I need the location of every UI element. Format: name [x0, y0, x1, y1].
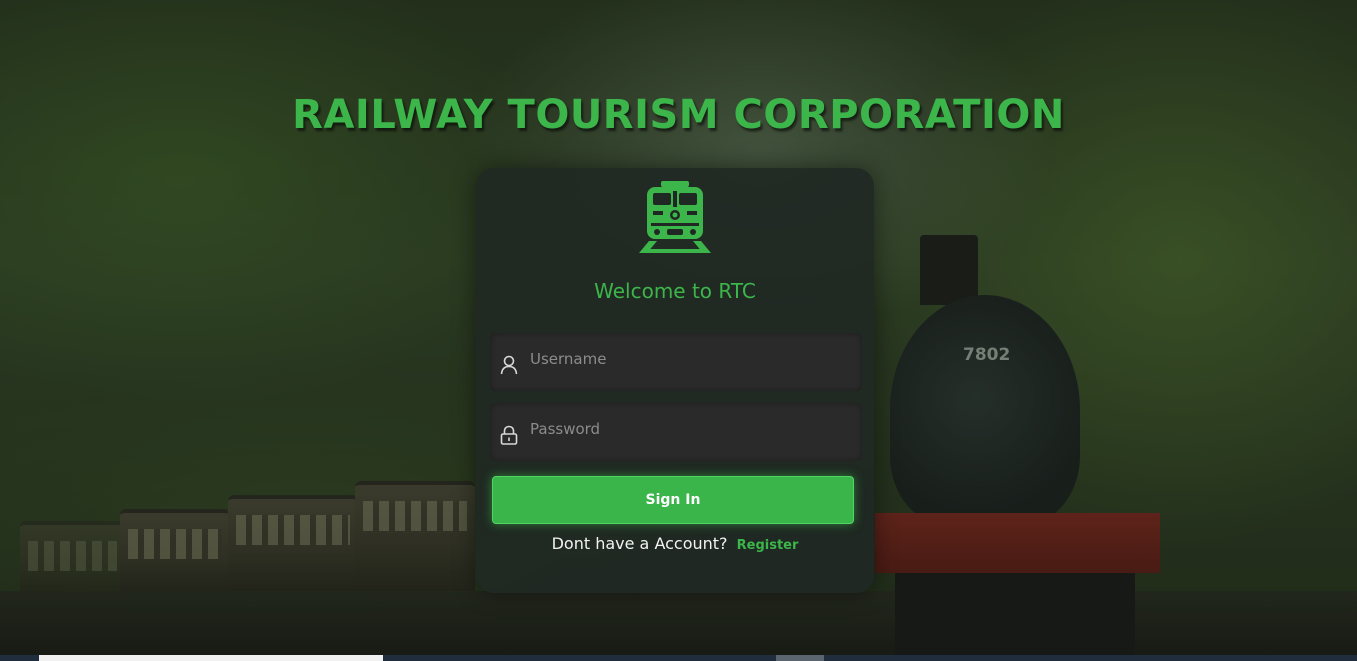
register-link[interactable]: Register — [737, 538, 799, 553]
username-input[interactable] — [530, 333, 850, 391]
user-icon — [500, 355, 518, 375]
bottom-scroll-strip — [0, 655, 1357, 661]
no-account-text: Dont have a Account? — [551, 534, 728, 553]
password-input[interactable] — [530, 403, 850, 461]
lock-icon — [500, 425, 518, 445]
page-title: RAILWAY TOURISM CORPORATION — [292, 92, 1065, 138]
username-field — [490, 333, 862, 391]
password-field — [490, 403, 862, 461]
sign-in-button[interactable]: Sign In — [492, 476, 854, 524]
register-prompt: Dont have a Account? Register — [476, 534, 874, 553]
login-card: Welcome to RTC Sign In Dont have a Accou… — [476, 168, 874, 593]
welcome-heading: Welcome to RTC — [594, 279, 756, 303]
train-front-icon — [637, 179, 713, 255]
